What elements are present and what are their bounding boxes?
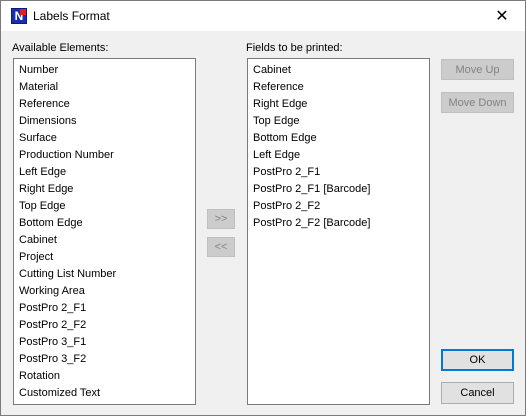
list-item[interactable]: PostPro 2_F2 — [248, 198, 429, 215]
add-field-button[interactable]: >> — [207, 209, 235, 229]
list-item[interactable]: Dimensions — [14, 113, 195, 130]
list-item[interactable]: Top Edge — [248, 113, 429, 130]
available-elements-label: Available Elements: — [12, 42, 109, 54]
list-item[interactable]: Project — [14, 249, 195, 266]
labels-format-dialog: N Labels Format ✕ Available Elements: Nu… — [0, 0, 526, 416]
list-item[interactable]: Right Edge — [248, 96, 429, 113]
list-item[interactable]: PostPro 2_F2 [Barcode] — [248, 215, 429, 232]
app-logo-icon: N — [11, 8, 27, 24]
list-item[interactable]: Number — [14, 62, 195, 79]
cancel-button[interactable]: Cancel — [441, 382, 514, 404]
list-item[interactable]: Customized Text — [14, 385, 195, 402]
list-item[interactable]: Left Edge — [14, 164, 195, 181]
list-item[interactable]: Surface — [14, 130, 195, 147]
move-up-button[interactable]: Move Up — [441, 59, 514, 80]
list-item[interactable]: Cutting List Number — [14, 266, 195, 283]
list-item[interactable]: PostPro 2_F1 [Barcode] — [248, 181, 429, 198]
list-item[interactable]: Left Edge — [248, 147, 429, 164]
app-icon-accent — [20, 9, 26, 15]
list-item[interactable]: Bottom Edge — [248, 130, 429, 147]
list-item[interactable]: PostPro 2_F2 — [14, 317, 195, 334]
list-item[interactable]: Top Edge — [14, 198, 195, 215]
window-title: Labels Format — [33, 9, 110, 23]
title-bar: N Labels Format ✕ — [1, 1, 525, 31]
list-item[interactable]: PostPro 3_F1 — [14, 334, 195, 351]
available-elements-list[interactable]: Number Material Reference Dimensions Surface… — [13, 58, 196, 405]
list-item[interactable]: Rotation — [14, 368, 195, 385]
list-item[interactable]: PostPro 3_F2 — [14, 351, 195, 368]
close-button[interactable]: ✕ — [479, 1, 525, 31]
list-item[interactable]: Reference — [14, 96, 195, 113]
list-item[interactable]: PostPro 2_F1 — [14, 300, 195, 317]
list-item[interactable]: Reference — [248, 79, 429, 96]
move-down-button[interactable]: Move Down — [441, 92, 514, 113]
list-item[interactable]: Cabinet — [14, 232, 195, 249]
list-item[interactable]: PostPro 2_F1 — [248, 164, 429, 181]
list-item[interactable]: Cabinet — [248, 62, 429, 79]
remove-field-button[interactable]: << — [207, 237, 235, 257]
fields-to-print-label: Fields to be printed: — [246, 42, 343, 54]
list-item[interactable]: Production Number — [14, 147, 195, 164]
list-item[interactable]: Right Edge — [14, 181, 195, 198]
list-item[interactable]: Working Area — [14, 283, 195, 300]
list-item[interactable]: Bottom Edge — [14, 215, 195, 232]
fields-to-print-list[interactable]: Cabinet Reference Right Edge Top Edge Bottom… — [247, 58, 430, 405]
close-icon: ✕ — [495, 8, 509, 25]
ok-button[interactable]: OK — [441, 349, 514, 371]
list-item[interactable]: Material — [14, 79, 195, 96]
